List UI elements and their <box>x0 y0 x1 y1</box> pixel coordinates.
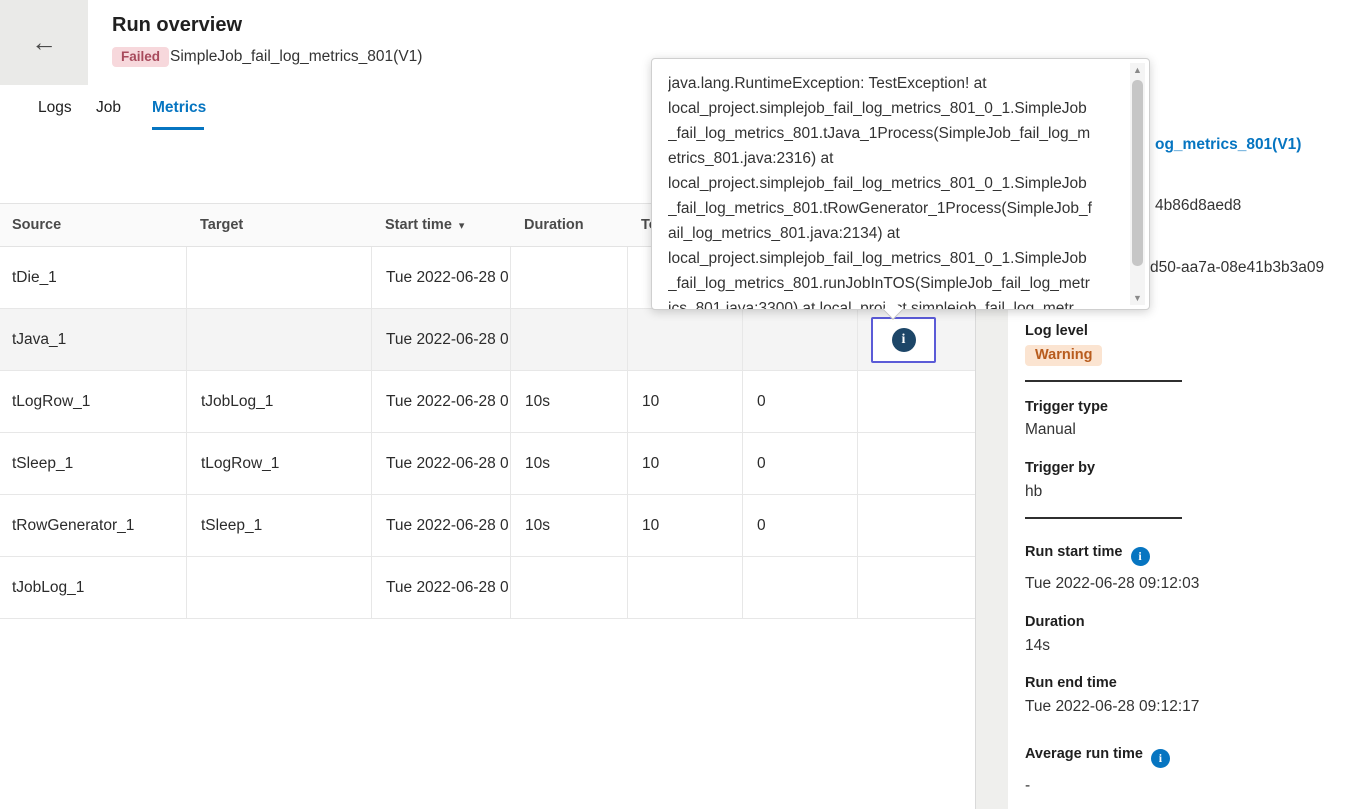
stack-trace-line: ail_log_metrics_801.java:2134) at <box>668 221 1125 246</box>
cell-duration <box>510 557 627 618</box>
trigger-type-value: Manual <box>1025 421 1076 439</box>
cell-duration: 10s <box>510 495 627 556</box>
cell-duration <box>510 309 627 370</box>
table-row[interactable]: tRowGenerator_1 tSleep_1 Tue 2022-06-28 … <box>0 495 975 557</box>
sort-desc-icon: ▾ <box>459 219 465 232</box>
cell-target <box>186 247 371 308</box>
column-header-duration[interactable]: Duration <box>510 204 627 246</box>
cell-start-time: Tue 2022-06-28 0 <box>371 309 510 370</box>
cell-info <box>857 433 975 494</box>
stack-trace-line: local_project.simplejob_fail_log_metrics… <box>668 171 1125 196</box>
stack-trace-line: _fail_log_metrics_801.runJobInTOS(Simple… <box>668 271 1125 296</box>
back-arrow-icon: ← <box>0 0 88 85</box>
run-end-time-value: Tue 2022-06-28 09:12:17 <box>1025 698 1199 716</box>
log-level-badge-warning: Warning <box>1025 345 1102 366</box>
trigger-by-value: hb <box>1025 483 1042 501</box>
stack-trace-text: java.lang.RuntimeException: TestExceptio… <box>652 59 1125 309</box>
cell-target: tSleep_1 <box>186 495 371 556</box>
stack-trace-line: _fail_log_metrics_801.tJava_1Process(Sim… <box>668 121 1125 146</box>
cell-start-time: Tue 2022-06-28 0 <box>371 495 510 556</box>
cell-start-time: Tue 2022-06-28 0 <box>371 557 510 618</box>
duration-label: Duration <box>1025 614 1085 630</box>
cell-info <box>857 495 975 556</box>
table-row[interactable]: tJobLog_1 Tue 2022-06-28 0 <box>0 557 975 619</box>
cell-duration: 10s <box>510 433 627 494</box>
cell-info: i <box>857 309 975 370</box>
column-header-source[interactable]: Source <box>0 204 186 246</box>
cell-target <box>186 557 371 618</box>
cell-col6 <box>742 557 857 618</box>
stack-trace-line: _fail_log_metrics_801.tRowGenerator_1Pro… <box>668 196 1125 221</box>
cell-col5 <box>627 557 742 618</box>
active-tab-underline <box>152 127 204 130</box>
job-artifact-link[interactable]: og_metrics_801(V1) <box>1155 136 1301 154</box>
cell-source: tDie_1 <box>0 247 186 308</box>
scroll-down-icon[interactable]: ▼ <box>1130 291 1145 305</box>
trigger-type-label: Trigger type <box>1025 399 1108 415</box>
cell-source: tRowGenerator_1 <box>0 495 186 556</box>
cell-col6 <box>742 309 857 370</box>
run-id-fragment: d50-aa7a-08e41b3b3a09 <box>1150 259 1324 277</box>
tooltip-scrollbar[interactable]: ▲ ▼ <box>1130 63 1145 305</box>
trigger-by-label: Trigger by <box>1025 460 1095 476</box>
stack-trace-line: etrics_801.java:2316) at <box>668 146 1125 171</box>
back-button[interactable]: ← <box>0 0 88 85</box>
table-row[interactable]: tLogRow_1 tJobLog_1 Tue 2022-06-28 0 10s… <box>0 371 975 433</box>
info-icon: i <box>892 328 916 352</box>
cell-start-time: Tue 2022-06-28 0 <box>371 371 510 432</box>
log-level-label: Log level <box>1025 323 1088 339</box>
cell-info <box>857 557 975 618</box>
cell-col5: 10 <box>627 371 742 432</box>
column-header-target[interactable]: Target <box>186 204 371 246</box>
cell-start-time: Tue 2022-06-28 0 <box>371 247 510 308</box>
tab-metrics[interactable]: Metrics <box>152 99 206 117</box>
run-start-time-label: Run start timei <box>1025 543 1150 562</box>
info-icon[interactable]: i <box>1131 547 1150 566</box>
stack-trace-line: local_project.simplejob_fail_log_metrics… <box>668 246 1125 271</box>
cell-source: tLogRow_1 <box>0 371 186 432</box>
cell-target <box>186 309 371 370</box>
error-info-button[interactable]: i <box>871 317 936 363</box>
average-run-time-label-text: Average run time <box>1025 746 1143 762</box>
cell-col5: 10 <box>627 433 742 494</box>
error-tooltip: java.lang.RuntimeException: TestExceptio… <box>651 58 1150 310</box>
cell-info <box>857 371 975 432</box>
page-title: Run overview <box>112 14 242 37</box>
task-id-fragment: 4b86d8aed8 <box>1155 197 1241 215</box>
cell-col5 <box>627 309 742 370</box>
sidebar-divider <box>1025 517 1182 519</box>
tab-logs[interactable]: Logs <box>38 99 72 117</box>
cell-col6: 0 <box>742 371 857 432</box>
table-row[interactable]: tSleep_1 tLogRow_1 Tue 2022-06-28 0 10s … <box>0 433 975 495</box>
status-badge-failed: Failed <box>112 47 169 67</box>
cell-target: tJobLog_1 <box>186 371 371 432</box>
column-header-start-time-label: Start time <box>385 217 452 233</box>
job-name-subtitle: SimpleJob_fail_log_metrics_801(V1) <box>170 48 422 66</box>
tab-job[interactable]: Job <box>96 99 121 117</box>
cell-col6: 0 <box>742 433 857 494</box>
average-run-time-label: Average run timei <box>1025 745 1170 764</box>
sidebar-divider <box>1025 380 1182 382</box>
column-header-start-time[interactable]: Start time ▾ <box>371 204 510 246</box>
cell-source: tJobLog_1 <box>0 557 186 618</box>
cell-target: tLogRow_1 <box>186 433 371 494</box>
cell-start-time: Tue 2022-06-28 0 <box>371 433 510 494</box>
cell-duration: 10s <box>510 371 627 432</box>
stack-trace-line: java.lang.RuntimeException: TestExceptio… <box>668 71 1125 96</box>
run-start-time-label-text: Run start time <box>1025 544 1123 560</box>
stack-trace-line: local_project.simplejob_fail_log_metrics… <box>668 96 1125 121</box>
run-end-time-label: Run end time <box>1025 675 1117 691</box>
cell-source: tSleep_1 <box>0 433 186 494</box>
cell-source: tJava_1 <box>0 309 186 370</box>
run-start-time-value: Tue 2022-06-28 09:12:03 <box>1025 575 1199 593</box>
scroll-up-icon[interactable]: ▲ <box>1130 63 1145 77</box>
cell-col5: 10 <box>627 495 742 556</box>
scrollbar-thumb[interactable] <box>1132 80 1143 266</box>
table-row-selected[interactable]: tJava_1 Tue 2022-06-28 0 i <box>0 309 975 371</box>
average-run-time-value: - <box>1025 777 1030 795</box>
cell-duration <box>510 247 627 308</box>
cell-col6: 0 <box>742 495 857 556</box>
duration-value: 14s <box>1025 637 1050 655</box>
info-icon[interactable]: i <box>1151 749 1170 768</box>
